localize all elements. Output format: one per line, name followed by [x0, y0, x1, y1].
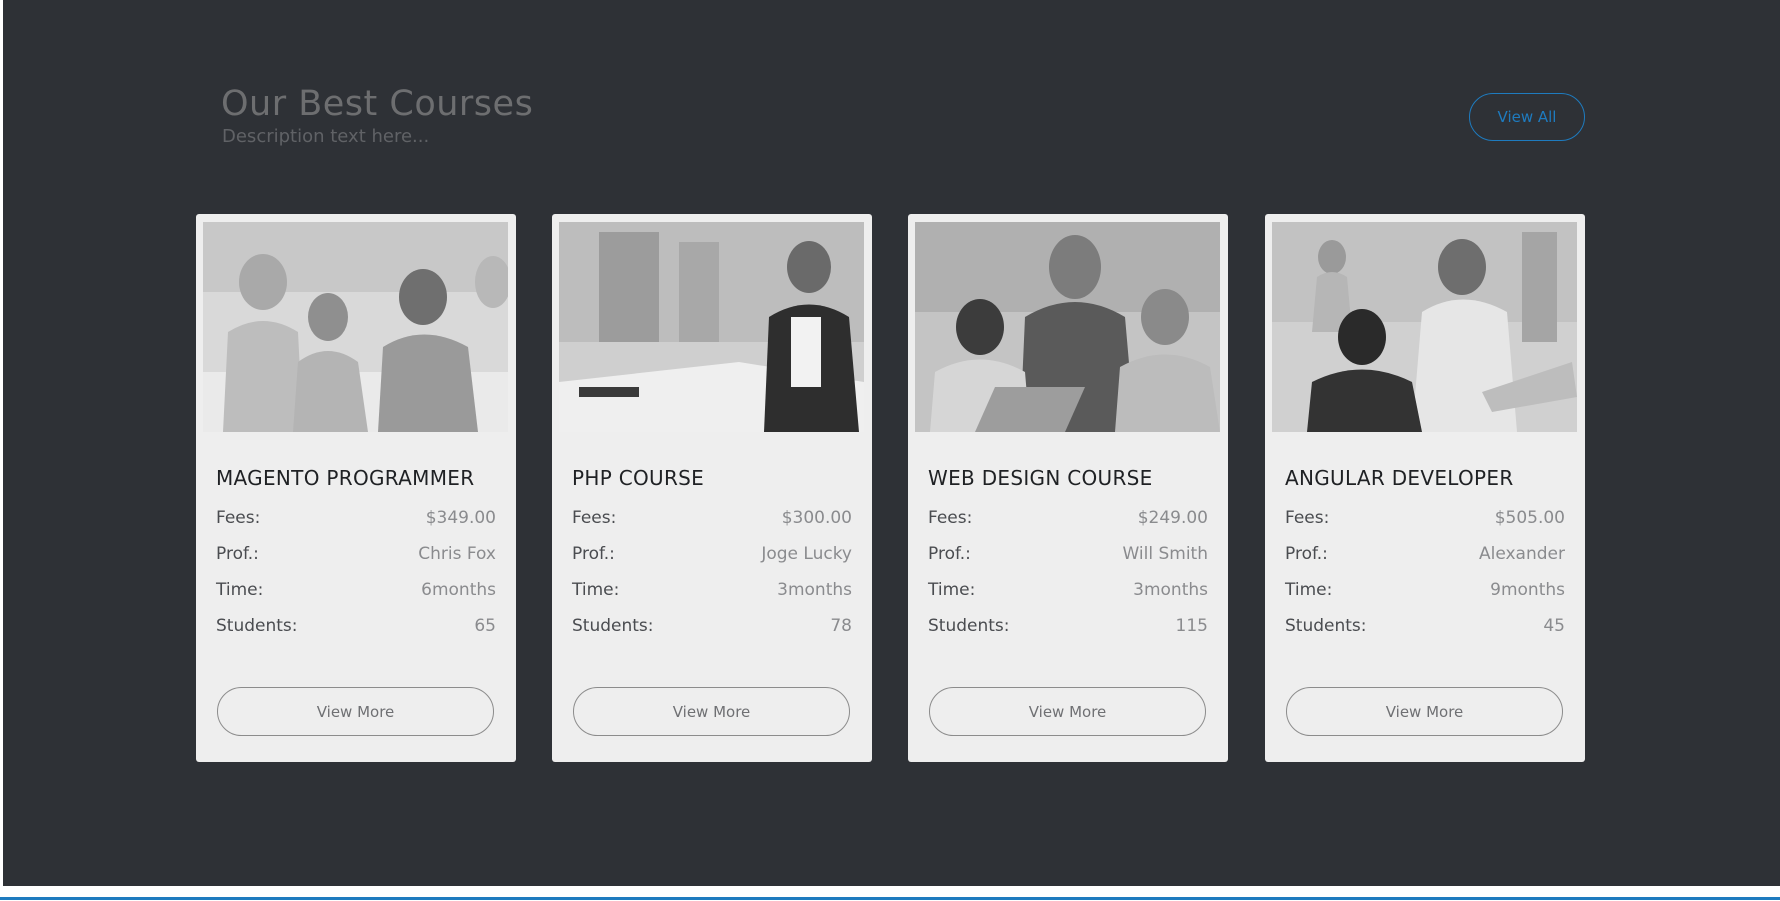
- course-title: ANGULAR DEVELOPER: [1285, 466, 1514, 490]
- time-value: 3months: [777, 580, 852, 600]
- course-title: PHP COURSE: [572, 466, 705, 490]
- page: Our Best Courses Description text here..…: [0, 0, 1780, 901]
- course-card: MAGENTO PROGRAMMER Fees: $349.00 Prof.: …: [196, 214, 516, 762]
- course-photo: [203, 222, 508, 432]
- prof-row: Prof.: Chris Fox: [216, 542, 496, 566]
- students-value: 115: [1175, 616, 1208, 636]
- view-more-button[interactable]: View More: [1286, 687, 1563, 736]
- fees-row: Fees: $249.00: [928, 506, 1208, 530]
- fees-value: $349.00: [425, 508, 496, 528]
- course-photo: [559, 222, 864, 432]
- section-description: Description text here...: [222, 126, 430, 147]
- course-card: PHP COURSE Fees: $300.00 Prof.: Joge Luc…: [552, 214, 872, 762]
- prof-value: Alexander: [1478, 544, 1565, 564]
- section-title: Our Best Courses: [221, 84, 534, 124]
- students-label: Students:: [928, 616, 1010, 636]
- students-value: 78: [830, 616, 852, 636]
- time-label: Time:: [928, 580, 976, 600]
- time-label: Time:: [572, 580, 620, 600]
- course-card: WEB DESIGN COURSE Fees: $249.00 Prof.: W…: [908, 214, 1228, 762]
- course-photo: [1272, 222, 1577, 432]
- time-value: 6months: [421, 580, 496, 600]
- fees-value: $505.00: [1494, 508, 1565, 528]
- students-value: 65: [474, 616, 496, 636]
- prof-label: Prof.:: [216, 544, 259, 564]
- time-row: Time: 3months: [928, 578, 1208, 602]
- fees-label: Fees:: [1285, 508, 1330, 528]
- time-label: Time:: [216, 580, 264, 600]
- course-title: MAGENTO PROGRAMMER: [216, 466, 475, 490]
- students-label: Students:: [572, 616, 654, 636]
- fees-label: Fees:: [216, 508, 261, 528]
- students-row: Students: 45: [1285, 614, 1565, 638]
- prof-label: Prof.:: [1285, 544, 1328, 564]
- time-row: Time: 3months: [572, 578, 852, 602]
- students-row: Students: 78: [572, 614, 852, 638]
- prof-label: Prof.:: [928, 544, 971, 564]
- students-row: Students: 65: [216, 614, 496, 638]
- prof-value: Joge Lucky: [761, 544, 852, 564]
- prof-row: Prof.: Alexander: [1285, 542, 1565, 566]
- time-value: 9months: [1490, 580, 1565, 600]
- time-value: 3months: [1133, 580, 1208, 600]
- prof-value: Will Smith: [1122, 544, 1208, 564]
- prof-row: Prof.: Will Smith: [928, 542, 1208, 566]
- view-all-button[interactable]: View All: [1469, 93, 1585, 141]
- course-card: ANGULAR DEVELOPER Fees: $505.00 Prof.: A…: [1265, 214, 1585, 762]
- time-label: Time:: [1285, 580, 1333, 600]
- fees-value: $300.00: [781, 508, 852, 528]
- course-title: WEB DESIGN COURSE: [928, 466, 1153, 490]
- time-row: Time: 6months: [216, 578, 496, 602]
- fees-value: $249.00: [1137, 508, 1208, 528]
- prof-label: Prof.:: [572, 544, 615, 564]
- students-row: Students: 115: [928, 614, 1208, 638]
- students-label: Students:: [1285, 616, 1367, 636]
- courses-section: Our Best Courses Description text here..…: [3, 0, 1780, 886]
- view-more-button[interactable]: View More: [929, 687, 1206, 736]
- fees-label: Fees:: [928, 508, 973, 528]
- prof-row: Prof.: Joge Lucky: [572, 542, 852, 566]
- view-more-button[interactable]: View More: [573, 687, 850, 736]
- fees-label: Fees:: [572, 508, 617, 528]
- time-row: Time: 9months: [1285, 578, 1565, 602]
- view-more-button[interactable]: View More: [217, 687, 494, 736]
- students-value: 45: [1543, 616, 1565, 636]
- course-photo: [915, 222, 1220, 432]
- prof-value: Chris Fox: [418, 544, 496, 564]
- footer-divider: [0, 897, 1780, 900]
- fees-row: Fees: $349.00: [216, 506, 496, 530]
- students-label: Students:: [216, 616, 298, 636]
- fees-row: Fees: $300.00: [572, 506, 852, 530]
- fees-row: Fees: $505.00: [1285, 506, 1565, 530]
